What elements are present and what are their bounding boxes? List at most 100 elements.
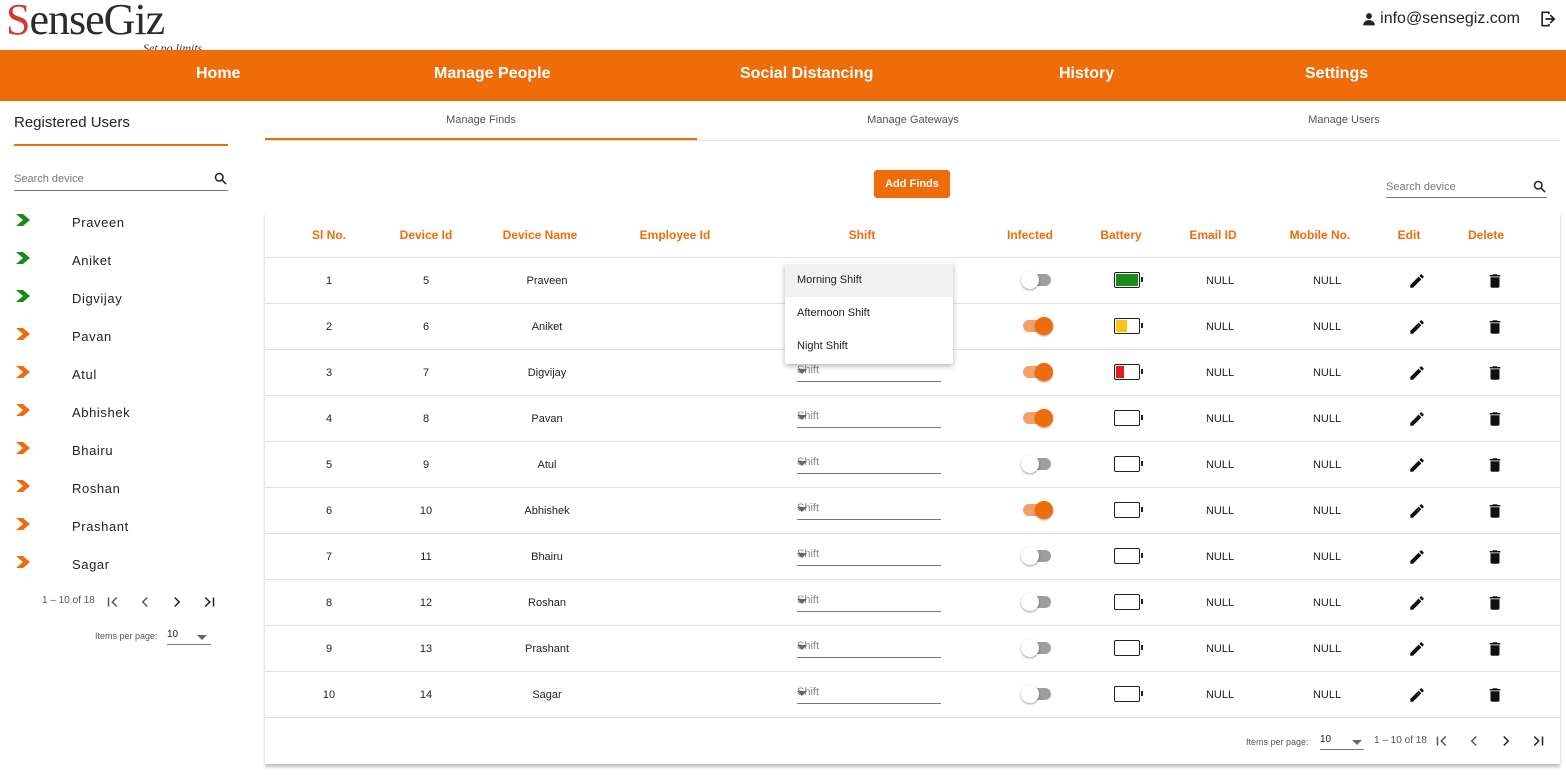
prev-page-icon[interactable] (1465, 732, 1483, 750)
chevron-down-icon (797, 553, 807, 558)
nav-home[interactable]: Home (196, 65, 240, 83)
shift-select[interactable]: Shift (797, 684, 941, 704)
delete-icon[interactable] (1486, 502, 1504, 520)
shift-select[interactable]: Shift (797, 546, 941, 566)
infected-toggle[interactable] (1023, 501, 1053, 519)
prev-page-icon[interactable] (136, 593, 154, 611)
sidebar-paginator: 1 – 10 of 18 (42, 593, 232, 613)
cell-device-id: 6 (422, 321, 430, 333)
delete-icon[interactable] (1486, 640, 1504, 658)
nav-manage-people[interactable]: Manage People (434, 65, 550, 83)
cell-device-id: 9 (422, 459, 430, 471)
delete-icon[interactable] (1486, 272, 1504, 290)
cell-email: NULL (1205, 597, 1235, 609)
search-icon[interactable] (213, 171, 228, 186)
delete-icon[interactable] (1486, 410, 1504, 428)
infected-toggle[interactable] (1021, 271, 1051, 289)
sidebar-search-input[interactable]: Search device (14, 171, 228, 191)
search-icon[interactable] (1532, 179, 1547, 194)
next-page-icon[interactable] (168, 593, 186, 611)
sidebar-user-item[interactable]: Aniket (0, 241, 240, 279)
cell-mobile: NULL (1312, 321, 1342, 333)
infected-toggle[interactable] (1021, 685, 1051, 703)
shift-select[interactable]: Shift (797, 362, 941, 382)
first-page-icon[interactable] (104, 593, 122, 611)
cell-device-name: Bhairu (531, 551, 563, 563)
sidebar-search-placeholder: Search device (14, 173, 84, 185)
delete-icon[interactable] (1486, 594, 1504, 612)
items-per-page-select[interactable]: 10 (1320, 734, 1364, 750)
nav-settings[interactable]: Settings (1305, 65, 1368, 83)
sidebar-items-per-page-select[interactable]: 10 (167, 629, 211, 645)
edit-icon[interactable] (1408, 686, 1426, 704)
nav-history[interactable]: History (1059, 65, 1114, 83)
add-finds-button[interactable]: Add Finds (874, 170, 950, 198)
delete-icon[interactable] (1486, 318, 1504, 336)
shift-option[interactable]: Night Shift (785, 330, 953, 363)
infected-toggle[interactable] (1023, 409, 1053, 427)
tab-manage-users[interactable]: Manage Users (1128, 114, 1560, 126)
chevron-down-icon (797, 599, 807, 604)
chevron-down-icon (797, 507, 807, 512)
edit-icon[interactable] (1408, 594, 1426, 612)
shift-select[interactable]: Shift (797, 638, 941, 658)
edit-icon[interactable] (1408, 548, 1426, 566)
infected-toggle[interactable] (1021, 639, 1051, 657)
sidebar: Registered Users Search device Praveen An… (0, 101, 240, 778)
delete-icon[interactable] (1486, 548, 1504, 566)
cell-mobile: NULL (1312, 413, 1342, 425)
edit-icon[interactable] (1408, 364, 1426, 382)
sidebar-user-item[interactable]: Prashant (0, 507, 240, 545)
first-page-icon[interactable] (1433, 732, 1451, 750)
cell-mobile: NULL (1312, 367, 1342, 379)
sidebar-user-item[interactable]: Sagar (0, 545, 240, 583)
infected-toggle[interactable] (1021, 547, 1051, 565)
cell-mobile: NULL (1312, 597, 1342, 609)
battery-level-fill (1116, 320, 1127, 332)
delete-icon[interactable] (1486, 364, 1504, 382)
sidebar-user-item[interactable]: Digvijay (0, 279, 240, 317)
column-header-delete: Delete (1467, 228, 1505, 242)
infected-toggle[interactable] (1021, 593, 1051, 611)
infected-toggle[interactable] (1023, 317, 1053, 335)
nav-social-distancing[interactable]: Social Distancing (740, 65, 873, 83)
tab-manage-gateways[interactable]: Manage Gateways (697, 114, 1129, 126)
last-page-icon[interactable] (1529, 732, 1547, 750)
shift-select[interactable]: Shift (797, 500, 941, 520)
last-page-icon[interactable] (200, 593, 218, 611)
sidebar-user-item[interactable]: Praveen (0, 203, 240, 241)
infected-toggle[interactable] (1023, 363, 1053, 381)
tab-manage-finds[interactable]: Manage Finds (265, 114, 697, 126)
sidebar-items-per-page-value: 10 (167, 629, 179, 640)
infected-toggle[interactable] (1021, 455, 1051, 473)
edit-icon[interactable] (1408, 640, 1426, 658)
shift-select[interactable]: Shift (797, 592, 941, 612)
shift-select[interactable]: Shift (797, 454, 941, 474)
sidebar-user-item[interactable]: Atul (0, 355, 240, 393)
sidebar-user-item[interactable]: Roshan (0, 469, 240, 507)
user-account[interactable]: info@sensegiz.com (1362, 10, 1520, 28)
shift-select[interactable]: Shift (797, 408, 941, 428)
next-page-icon[interactable] (1497, 732, 1515, 750)
shift-option[interactable]: Morning Shift (785, 264, 953, 297)
sidebar-user-item[interactable]: Bhairu (0, 431, 240, 469)
sensegiz-logo[interactable]: SenseGiz Set no limits (0, 0, 220, 56)
edit-icon[interactable] (1408, 272, 1426, 290)
battery-icon (1114, 640, 1143, 656)
sidebar-user-item[interactable]: Pavan (0, 317, 240, 355)
delete-icon[interactable] (1486, 456, 1504, 474)
edit-icon[interactable] (1408, 318, 1426, 336)
cell-device-name: Prashant (524, 643, 570, 655)
edit-icon[interactable] (1408, 410, 1426, 428)
edit-icon[interactable] (1408, 502, 1426, 520)
chevron-right-icon (16, 404, 30, 416)
device-search-placeholder: Search device (1386, 181, 1456, 193)
sidebar-user-item[interactable]: Abhishek (0, 393, 240, 431)
delete-icon[interactable] (1486, 686, 1504, 704)
chevron-down-icon (797, 645, 807, 650)
edit-icon[interactable] (1408, 456, 1426, 474)
logout-icon[interactable] (1538, 9, 1558, 29)
device-search-input[interactable]: Search device (1386, 178, 1547, 198)
shift-option[interactable]: Afternoon Shift (785, 297, 953, 330)
table-row: 7 11 Bhairu Shift NULL NULL (265, 534, 1560, 580)
